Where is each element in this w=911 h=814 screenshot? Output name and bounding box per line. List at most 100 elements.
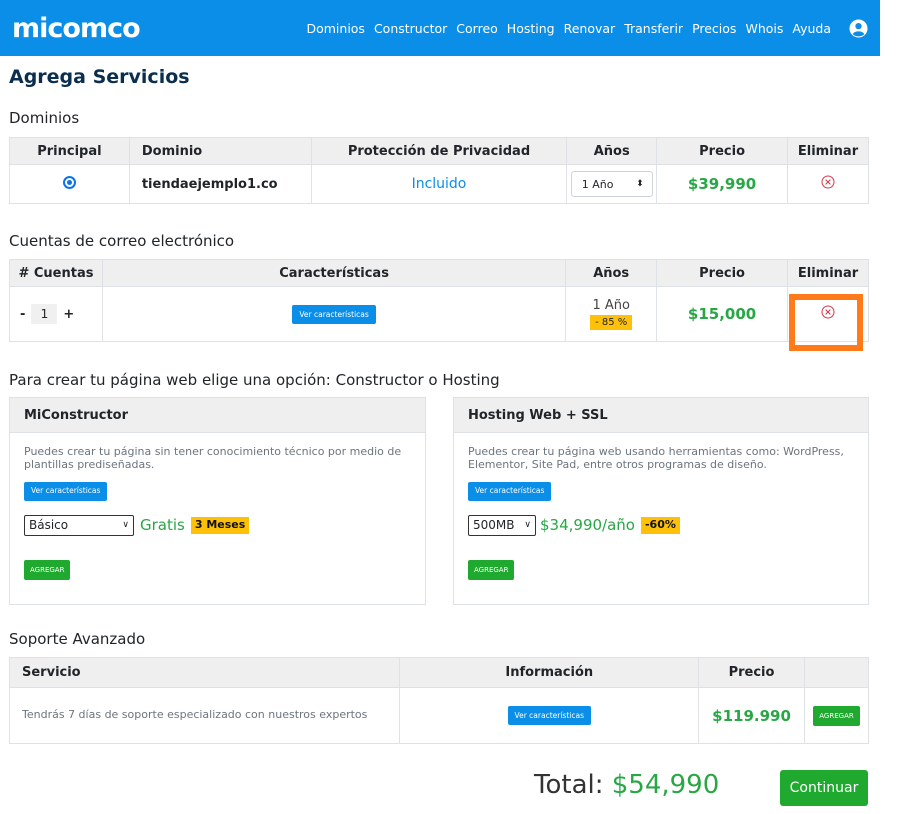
hosting-description: Puedes crear tu página web usando herram…: [468, 445, 844, 471]
remove-circle-icon[interactable]: [821, 175, 835, 189]
col-anos: Años: [565, 259, 658, 287]
col-principal: Principal: [9, 137, 130, 165]
domains-table: Principal Dominio Protección de Privacid…: [9, 137, 869, 204]
nav-link-renovar[interactable]: Renovar: [564, 21, 616, 36]
constructor-card-body: Puedes crear tu página sin tener conocim…: [10, 433, 425, 590]
col-eliminar: Eliminar: [787, 137, 869, 165]
nav-link-correo[interactable]: Correo: [456, 21, 498, 36]
logo[interactable]: micomco: [12, 13, 141, 44]
nav-link-constructor[interactable]: Constructor: [374, 21, 447, 36]
accounts-stepper: - 1 +: [10, 304, 102, 324]
col-servicio: Servicio: [8, 657, 401, 688]
domain-name: tiendaejemplo1.co: [128, 164, 312, 204]
constructor-price: Gratis: [140, 515, 185, 534]
decrement-button[interactable]: -: [20, 307, 25, 322]
col-informacion: Información: [399, 657, 700, 688]
col-eliminar: Eliminar: [787, 259, 869, 287]
hosting-card-body: Puedes crear tu página web usando herram…: [454, 433, 868, 590]
years-cell: 1 Año - 85 %: [565, 286, 658, 342]
hosting-price: $34,990/año: [540, 515, 635, 534]
hosting-add-button[interactable]: AGREGAR: [468, 559, 515, 580]
continue-button[interactable]: Continuar: [780, 770, 868, 806]
highlight-box: [789, 294, 863, 351]
hosting-plan-select[interactable]: 500MB ∨: [468, 514, 536, 536]
hosting-plan-row: 500MB ∨ $34,990/año -60%: [468, 514, 854, 536]
principal-radio[interactable]: [62, 175, 76, 189]
table-header-row: # Cuentas Características Años Precio El…: [9, 259, 869, 287]
nav-link-dominios[interactable]: Dominios: [306, 21, 364, 36]
col-privacidad: Protección de Privacidad: [310, 137, 568, 165]
accounts-quantity[interactable]: 1: [31, 304, 58, 324]
table-row: tiendaejemplo1.co Incluido 1 Año ⬍ $39,99…: [9, 164, 869, 204]
email-years: 1 Año: [592, 298, 630, 313]
privacy-status: Incluido: [411, 176, 467, 192]
support-add-button[interactable]: AGREGAR: [813, 705, 860, 726]
hosting-card: Hosting Web + SSL Puedes crear tu página…: [453, 397, 869, 605]
hosting-plan-value: 500MB: [473, 517, 515, 532]
table-header-row: Principal Dominio Protección de Privacid…: [9, 137, 869, 165]
total-summary: Total: $54,990: [534, 770, 719, 800]
total-label: Total:: [534, 770, 604, 800]
email-features-button[interactable]: Ver características: [292, 304, 376, 324]
nav-links: Dominios Constructor Correo Hosting Reno…: [297, 18, 868, 38]
discount-badge: - 85 %: [590, 315, 633, 330]
domain-price: $39,990: [687, 175, 757, 193]
nav-link-transferir[interactable]: Transferir: [624, 21, 683, 36]
years-select-value: 1 Año: [581, 177, 614, 191]
table-row: Tendrás 7 días de soporte especializado …: [8, 687, 869, 744]
page-title: Agrega Servicios: [9, 66, 190, 88]
nav-link-precios[interactable]: Precios: [692, 21, 736, 36]
col-caracteristicas: Características: [101, 259, 567, 287]
hosting-badge: -60%: [640, 517, 680, 534]
principal-cell: [9, 164, 130, 204]
col-anos: Años: [566, 137, 658, 165]
navbar: micomco Dominios Constructor Correo Host…: [0, 0, 880, 56]
col-cuentas: # Cuentas: [9, 259, 103, 287]
email-table: # Cuentas Características Años Precio El…: [9, 259, 869, 342]
accounts-cell: - 1 +: [9, 286, 103, 342]
constructor-card-header: MiConstructor: [10, 398, 425, 433]
table-header-row: Servicio Información Precio: [8, 657, 869, 688]
email-section-title: Cuentas de correo electrónico: [9, 232, 235, 250]
hosting-features-button[interactable]: Ver características: [468, 482, 552, 501]
hosting-card-header: Hosting Web + SSL: [454, 398, 868, 433]
constructor-features-button[interactable]: Ver características: [24, 482, 108, 501]
updown-icon: ⬍: [636, 179, 644, 189]
price-cell: $15,000: [656, 286, 789, 342]
remove-cell: [787, 164, 869, 204]
constructor-plan-select[interactable]: Básico ∨: [24, 514, 134, 536]
total-value: $54,990: [611, 770, 720, 800]
col-precio: Precio: [656, 137, 788, 165]
privacy-cell: Incluido: [310, 164, 568, 204]
years-cell: 1 Año ⬍: [566, 164, 658, 204]
nav-link-ayuda[interactable]: Ayuda: [792, 21, 831, 36]
support-section-title: Soporte Avanzado: [9, 630, 146, 648]
support-info-cell: Ver características: [399, 687, 700, 744]
col-accion: [804, 657, 869, 688]
email-price: $15,000: [687, 305, 757, 323]
nav-link-hosting[interactable]: Hosting: [507, 21, 555, 36]
col-dominio: Dominio: [128, 137, 312, 165]
constructor-plan-value: Básico: [29, 517, 69, 532]
col-precio: Precio: [656, 259, 789, 287]
support-add-cell: AGREGAR: [804, 687, 869, 744]
constructor-card: MiConstructor Puedes crear tu página sin…: [9, 397, 426, 605]
website-section-title: Para crear tu página web elige una opció…: [9, 371, 500, 389]
constructor-description: Puedes crear tu página sin tener conocim…: [24, 445, 402, 471]
support-table: Servicio Información Precio Tendrás 7 dí…: [8, 657, 869, 744]
domains-section-title: Dominios: [9, 109, 80, 127]
user-circle-icon[interactable]: [849, 18, 868, 38]
constructor-add-button[interactable]: AGREGAR: [24, 559, 71, 580]
chevron-down-icon: ∨: [524, 520, 531, 531]
support-features-button[interactable]: Ver características: [507, 706, 591, 725]
years-select[interactable]: 1 Año ⬍: [570, 171, 653, 197]
support-price-cell: $119.990: [698, 687, 805, 744]
support-service-description: Tendrás 7 días de soporte especializado …: [8, 687, 401, 744]
support-price: $119.990: [712, 706, 791, 725]
constructor-plan-row: Básico ∨ Gratis 3 Meses: [24, 514, 411, 536]
nav-link-whois[interactable]: Whois: [745, 21, 783, 36]
increment-button[interactable]: +: [63, 307, 74, 322]
constructor-badge: 3 Meses: [190, 517, 250, 534]
features-cell: Ver características: [101, 286, 567, 342]
chevron-down-icon: ∨: [122, 520, 129, 531]
